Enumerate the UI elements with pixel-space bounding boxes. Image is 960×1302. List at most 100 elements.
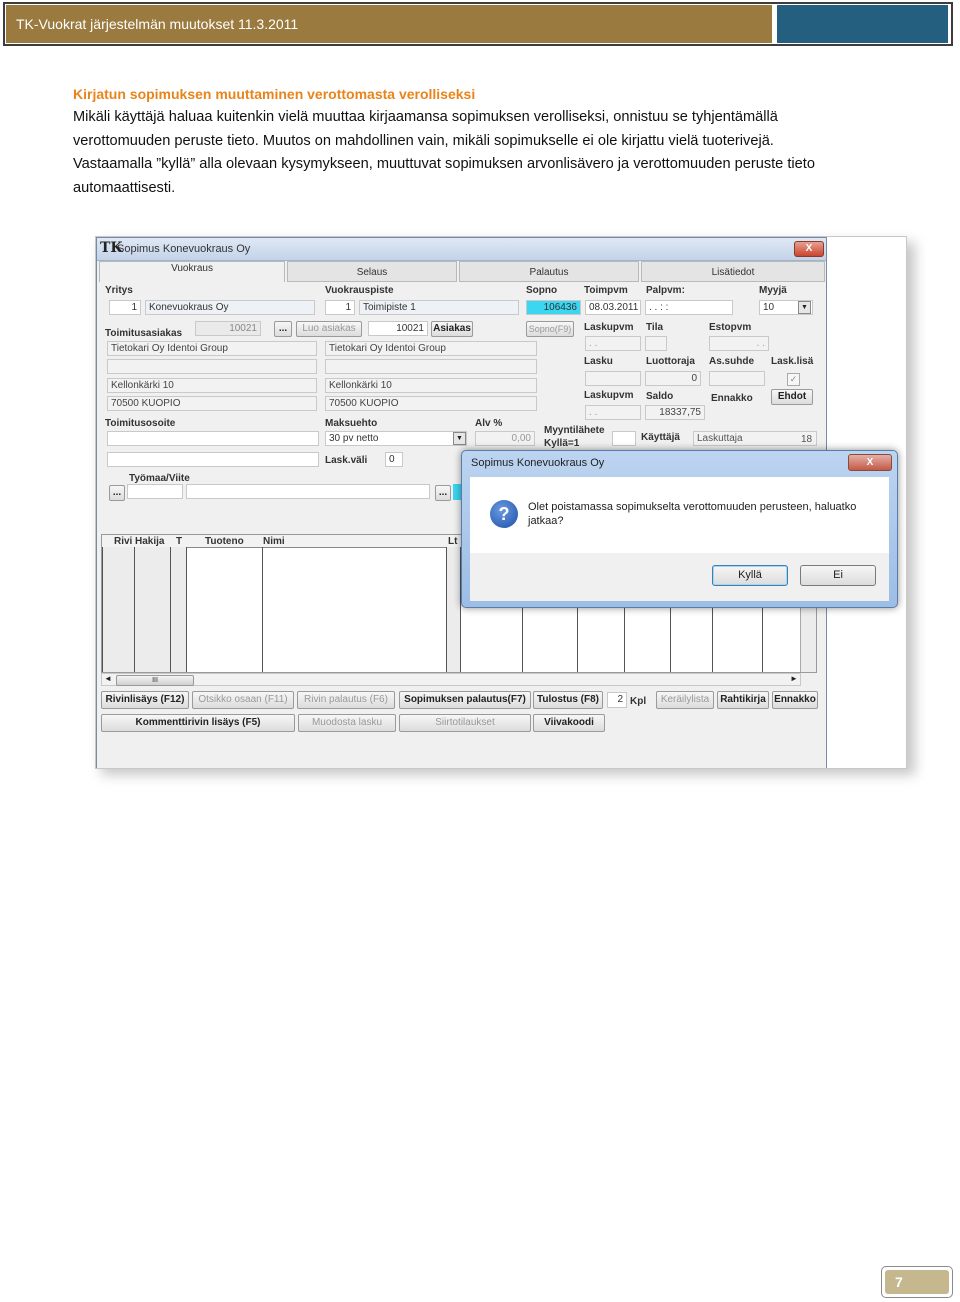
- scroll-right-icon[interactable]: ►: [790, 674, 798, 683]
- lasku-field[interactable]: [585, 371, 641, 386]
- tab-selaus[interactable]: Selaus: [287, 261, 457, 282]
- label-laskupvm: Laskupvm: [584, 322, 634, 333]
- tab-palautus[interactable]: Palautus: [459, 261, 639, 282]
- window-close-button[interactable]: X: [794, 241, 824, 257]
- muodosta-lasku-button[interactable]: Muodosta lasku: [298, 714, 396, 732]
- scroll-thumb[interactable]: III: [116, 675, 194, 686]
- yritys-name-field[interactable]: Konevuokraus Oy: [145, 300, 315, 315]
- grid-col-tuoteno: [186, 547, 263, 672]
- label-sopno: Sopno: [526, 285, 558, 296]
- address2-field[interactable]: Kellonkärki 10: [325, 378, 537, 393]
- city-field[interactable]: 70500 KUOPIO: [107, 396, 317, 411]
- page-header-title: TK-Vuokrat järjestelmän muutokset 11.3.2…: [6, 5, 772, 43]
- col-nimi: Nimi: [263, 536, 285, 547]
- piste-no-field[interactable]: 1: [325, 300, 355, 315]
- palpvm-field[interactable]: . . : :: [645, 300, 733, 315]
- dialog-no-button[interactable]: Ei: [800, 565, 876, 586]
- label-kayttaja: Käyttäjä: [641, 432, 680, 443]
- dialog-body: ? Olet poistamassa sopimukselta verottom…: [470, 477, 889, 553]
- laskuttaja-field[interactable]: Laskuttaja: [693, 431, 817, 446]
- label-toimpvm: Toimpvm: [584, 285, 628, 296]
- piste-name-field[interactable]: Toimipiste 1: [359, 300, 519, 315]
- label-toimitusosoite: Toimitusosoite: [105, 418, 176, 429]
- dialog-close-button[interactable]: X: [848, 454, 892, 471]
- laskupvm-field[interactable]: . .: [585, 336, 641, 351]
- label-alv: Alv %: [475, 418, 503, 429]
- label-vuokrauspiste: Vuokrauspiste: [325, 285, 394, 296]
- asiakas-extra2-field[interactable]: [325, 359, 537, 374]
- grid-col-rivi: [102, 547, 135, 672]
- question-icon: ?: [490, 500, 518, 528]
- otsikko-button[interactable]: Otsikko osaan (F11): [192, 691, 294, 709]
- sopno-field[interactable]: 106436: [526, 300, 581, 315]
- grid-col-hakija: [134, 547, 171, 672]
- sopno-f9-button[interactable]: Sopno(F9): [526, 321, 574, 337]
- asiakas-search-button[interactable]: ...: [274, 321, 292, 337]
- luo-asiakas-button[interactable]: Luo asiakas: [296, 321, 362, 337]
- embedded-screenshot: TK Sopimus Konevuokraus Oy X Vuokraus Se…: [95, 236, 907, 769]
- viite-search-button[interactable]: ...: [435, 485, 451, 501]
- confirm-dialog: Sopimus Konevuokraus Oy X ? Olet poistam…: [461, 450, 898, 608]
- laskuttaja-no: 18: [801, 434, 813, 445]
- tila-field[interactable]: [645, 336, 667, 351]
- tab-vuokraus[interactable]: Vuokraus: [99, 261, 285, 282]
- rivinlisays-button[interactable]: Rivinlisäys (F12): [101, 691, 189, 709]
- label-asklisa: Lask.lisä: [771, 356, 814, 367]
- laskvali-field[interactable]: 0: [385, 452, 403, 467]
- tab-lisatiedot[interactable]: Lisätiedot: [641, 261, 825, 282]
- laskupvm2-field[interactable]: . .: [585, 405, 641, 420]
- kpl-field[interactable]: 2: [607, 692, 627, 708]
- tyomaa-code-field[interactable]: [127, 484, 183, 499]
- section-heading: Kirjatun sopimuksen muuttaminen verottom…: [73, 86, 476, 102]
- label-maksuehto: Maksuehto: [325, 418, 378, 429]
- label-myyntilahete: Myyntilähete: [544, 425, 605, 436]
- toimitusosoite2-field[interactable]: [107, 452, 319, 467]
- alv-field[interactable]: 0,00: [475, 431, 535, 446]
- assuhde-field[interactable]: [709, 371, 765, 386]
- label-estopvm: Estopvm: [709, 322, 752, 333]
- siirtotilaukset-button[interactable]: Siirtotilaukset: [399, 714, 531, 732]
- saldo-field[interactable]: 18337,75: [645, 405, 705, 420]
- tyomaa-search-button[interactable]: ...: [109, 485, 125, 501]
- tab-bar: Vuokraus Selaus Palautus Lisätiedot: [99, 261, 825, 282]
- asiakas-name-field[interactable]: Tietokari Oy Identoi Group: [107, 341, 317, 356]
- scroll-left-icon[interactable]: ◄: [104, 674, 112, 683]
- col-lt: Lt: [448, 536, 458, 547]
- grid-hscroll[interactable]: ◄ III ►: [101, 673, 801, 686]
- myyntilahete-field[interactable]: [612, 431, 636, 446]
- rahtikirja-button[interactable]: Rahtikirja: [717, 691, 769, 709]
- asiakas-extra-field[interactable]: [107, 359, 317, 374]
- asiakas-button[interactable]: Asiakas: [431, 321, 473, 337]
- city2-field[interactable]: 70500 KUOPIO: [325, 396, 537, 411]
- yritys-no-field[interactable]: 1: [109, 300, 141, 315]
- toimpvm-field[interactable]: 08.03.2011: [585, 300, 641, 315]
- sopimuksen-palautus-button[interactable]: Sopimuksen palautus(F7): [399, 691, 531, 709]
- maksuehto-dropdown-icon[interactable]: ▼: [453, 432, 466, 445]
- label-laskupvm2: Laskupvm: [584, 390, 634, 401]
- asiakas-no2-field[interactable]: 10021: [368, 321, 428, 336]
- label-kpl: Kpl: [630, 696, 647, 707]
- grid-col-t: [170, 547, 187, 672]
- estopvm-field[interactable]: . .: [709, 336, 769, 351]
- window-titlebar: TK Sopimus Konevuokraus Oy X: [97, 238, 826, 261]
- asiakas-name2-field[interactable]: Tietokari Oy Identoi Group: [325, 341, 537, 356]
- tyomaa-name-field[interactable]: [186, 484, 430, 499]
- dialog-yes-button[interactable]: Kyllä: [712, 565, 788, 586]
- asklisa-checkbox[interactable]: ✓: [787, 373, 800, 386]
- rivin-palautus-button[interactable]: Rivin palautus (F6): [297, 691, 395, 709]
- address-field[interactable]: Kellonkärki 10: [107, 378, 317, 393]
- toimitusosoite-field[interactable]: [107, 431, 319, 446]
- maksuehto-field[interactable]: 30 pv netto: [325, 431, 467, 446]
- ehdot-button[interactable]: Ehdot: [771, 389, 813, 405]
- label-ennakko: Ennakko: [711, 393, 753, 404]
- viivakoodi-button[interactable]: Viivakoodi: [533, 714, 605, 732]
- kommentti-button[interactable]: Kommenttirivin lisäys (F5): [101, 714, 295, 732]
- label-laskvali: Lask.väli: [325, 455, 368, 466]
- myyja-dropdown-icon[interactable]: ▼: [798, 301, 811, 314]
- luottoraja-field[interactable]: 0: [645, 371, 701, 386]
- kerailylista-button[interactable]: Keräilylista: [656, 691, 714, 709]
- page-header-accent: [777, 5, 948, 43]
- asiakas-no-field[interactable]: 10021: [195, 321, 261, 336]
- ennakko-button[interactable]: Ennakko: [772, 691, 818, 709]
- tulostus-button[interactable]: Tulostus (F8): [533, 691, 603, 709]
